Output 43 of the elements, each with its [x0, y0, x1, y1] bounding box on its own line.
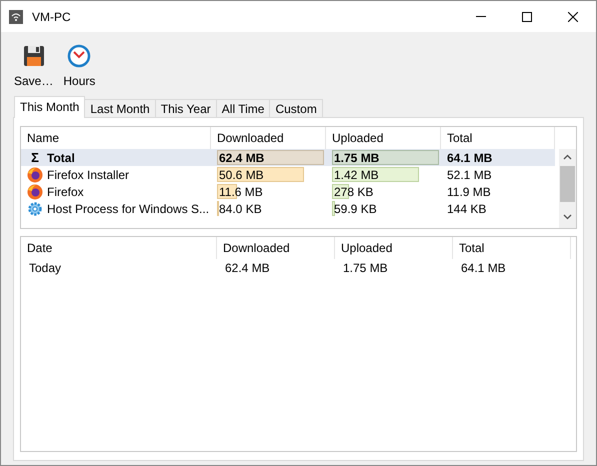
table-cell-text: 11.6 MB [218, 184, 263, 198]
app-name: Firefox Installer [47, 168, 130, 182]
table-row[interactable]: Firefox 11.6 MB 278 KB 11.9 MB [21, 183, 555, 200]
column-header[interactable]: Date [21, 237, 217, 259]
window-title: VM-PC [32, 10, 72, 24]
column-header[interactable]: Downloaded [217, 237, 335, 259]
table-cell-text: 1.42 MB [333, 168, 379, 182]
table-cell-text: 84.0 KB [218, 202, 262, 216]
sum-symbol: Σ [30, 150, 40, 165]
close-icon [568, 12, 578, 22]
table-cell: Today [29, 260, 62, 274]
wifi-app-icon [9, 10, 23, 24]
table-cell-text: 1.75 MB [333, 150, 380, 164]
save-button[interactable]: Save… [11, 44, 56, 88]
maximize-icon [522, 12, 532, 22]
app-name: Total [47, 150, 75, 164]
table-cell: 52.1 MB [447, 168, 492, 182]
minimize-icon [476, 16, 486, 17]
gear-icon [27, 200, 43, 216]
app-name: Host Process for Windows S... [47, 202, 210, 216]
firefox-icon [27, 166, 43, 182]
table-cell-text: 59.9 KB [333, 202, 377, 216]
table-row[interactable]: Host Process for Windows S... 84.0 KB 59.9 KB 144 KB [21, 200, 555, 217]
table-cell-text: 62.4 MB [218, 150, 264, 164]
table-cell-text: 278 KB [333, 184, 374, 198]
table-cell: 11.9 MB [447, 184, 491, 198]
table-row[interactable]: Σ Total 62.4 MB 1.75 MB 64.1 MB [21, 149, 555, 166]
table-cell: 62.4 MB [225, 260, 270, 274]
scrollbar[interactable] [559, 149, 576, 228]
hours-button[interactable]: Hours [60, 44, 98, 88]
tab[interactable]: Custom [269, 99, 323, 117]
column-header[interactable]: Uploaded [335, 237, 453, 259]
app-name: Firefox [47, 184, 84, 198]
table-cell: 1.75 MB [343, 260, 388, 274]
clock-icon [67, 44, 92, 68]
table-cell-text: 50.6 MB [218, 168, 264, 182]
table-row[interactable]: Firefox Installer 50.6 MB 1.42 MB 52.1 MB [21, 166, 555, 183]
tab[interactable]: This Month [14, 96, 86, 118]
table-cell: 144 KB [447, 202, 486, 216]
column-header[interactable]: Total [453, 237, 571, 259]
table-cell: 64.1 MB [461, 260, 506, 274]
firefox-icon [27, 184, 43, 200]
table-cell: 64.1 MB [447, 150, 492, 164]
